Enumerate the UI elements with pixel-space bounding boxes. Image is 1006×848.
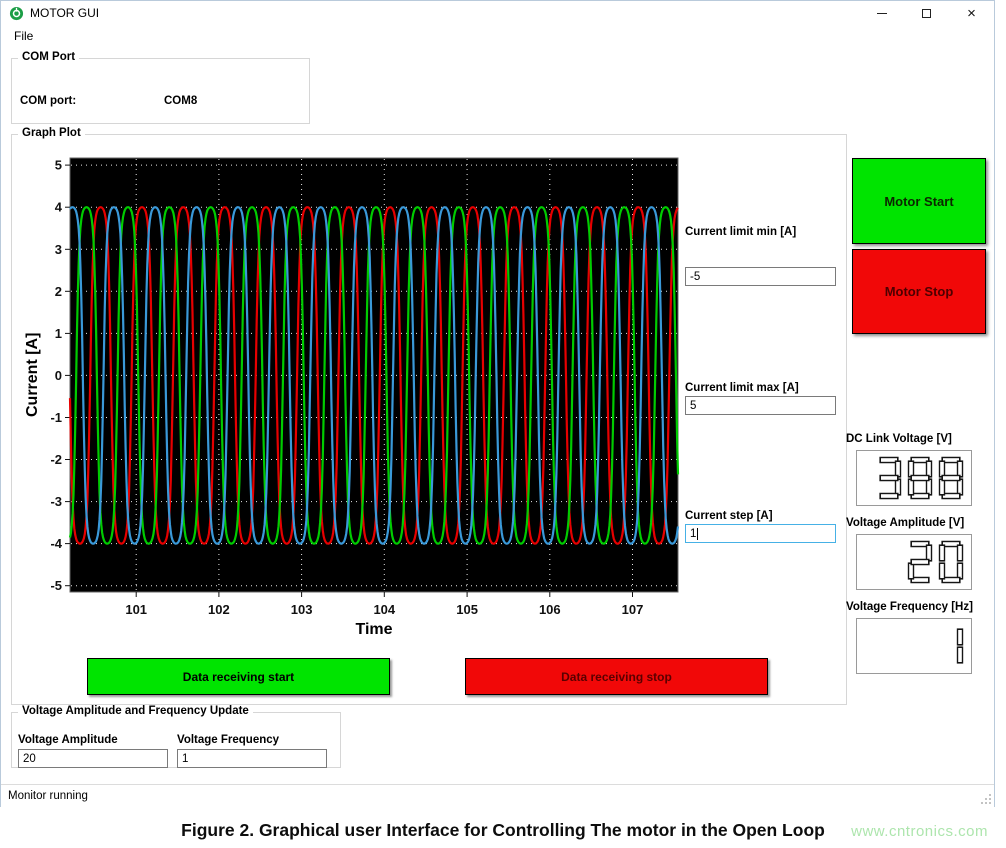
svg-text:-2: -2: [50, 452, 62, 467]
watermark: www.cntronics.com: [851, 823, 988, 840]
voltage-frequency-input[interactable]: 1: [177, 749, 327, 768]
svg-text:1: 1: [55, 326, 62, 341]
maximize-button[interactable]: [904, 1, 949, 25]
dc-link-voltage-digits: [857, 451, 971, 505]
current-limit-max-label: Current limit max [A]: [685, 382, 799, 394]
current-limit-max-input[interactable]: 5: [685, 396, 836, 415]
figure-caption-row: Figure 2. Graphical user Interface for C…: [0, 812, 1006, 848]
voltage-frequency-digits: [857, 619, 971, 673]
current-limit-max-value: 5: [690, 400, 696, 412]
com-port-group-label: COM Port: [18, 51, 79, 63]
voltage-frequency-display: [856, 618, 972, 674]
current-limit-min-label: Current limit min [A]: [685, 226, 796, 238]
data-receiving-stop-button[interactable]: Data receiving stop: [465, 658, 768, 695]
svg-text:2: 2: [55, 284, 62, 299]
current-step-label: Current step [A]: [685, 510, 773, 522]
voltage-amplitude-input[interactable]: 20: [18, 749, 168, 768]
svg-text:107: 107: [622, 602, 644, 617]
status-bar: Monitor running: [1, 784, 994, 807]
svg-text:-1: -1: [50, 410, 62, 425]
current-limit-min-value: -5: [690, 271, 700, 283]
voltage-amplitude-input-label: Voltage Amplitude: [18, 734, 118, 746]
voltage-amplitude-display: [856, 534, 972, 590]
svg-text:-5: -5: [50, 578, 62, 593]
voltage-amplitude-display-label: Voltage Amplitude [V]: [846, 517, 964, 529]
voltage-update-group: Voltage Amplitude and Frequency Update V…: [11, 712, 341, 768]
graph-plot-group: Graph Plot Current [A] 543210-1-2-3-4-51…: [11, 134, 847, 705]
dc-link-voltage-label: DC Link Voltage [V]: [846, 433, 952, 445]
svg-text:-4: -4: [50, 536, 62, 551]
svg-text:105: 105: [456, 602, 478, 617]
voltage-frequency-value: 1: [182, 753, 188, 765]
svg-text:101: 101: [125, 602, 147, 617]
voltage-frequency-display-label: Voltage Frequency [Hz]: [846, 601, 973, 613]
voltage-update-group-label: Voltage Amplitude and Frequency Update: [18, 705, 253, 717]
status-text: Monitor running: [8, 790, 88, 802]
menu-item-file[interactable]: File: [10, 27, 37, 45]
graph-plot-group-label: Graph Plot: [18, 127, 85, 139]
window-controls: ×: [859, 1, 994, 25]
svg-text:104: 104: [373, 602, 395, 617]
svg-text:5: 5: [55, 158, 62, 173]
resize-grip[interactable]: [980, 793, 992, 805]
voltage-frequency-input-label: Voltage Frequency: [177, 734, 279, 746]
svg-text:-3: -3: [50, 494, 62, 509]
svg-text:0: 0: [55, 368, 62, 383]
svg-text:102: 102: [208, 602, 230, 617]
svg-text:103: 103: [291, 602, 313, 617]
text-cursor: [697, 528, 698, 540]
svg-text:106: 106: [539, 602, 561, 617]
current-plot: 5 4 3 2 1 0 -1 -2 -3 -4 -5 101 102 103 104 105 106 107: [32, 154, 712, 628]
close-button[interactable]: ×: [949, 1, 994, 25]
menu-bar: File: [1, 25, 994, 46]
current-step-input[interactable]: 1: [685, 524, 836, 543]
com-port-value: COM8: [164, 95, 197, 107]
dc-link-voltage-display: [856, 450, 972, 506]
title-bar: MOTOR GUI ×: [1, 1, 994, 25]
svg-text:3: 3: [55, 242, 62, 257]
com-port-group: COM Port COM port: COM8: [11, 58, 310, 124]
minimize-icon: [877, 13, 887, 14]
motor-start-button[interactable]: Motor Start: [852, 158, 986, 244]
x-axis-label: Time: [70, 621, 678, 639]
window-title: MOTOR GUI: [30, 6, 99, 20]
voltage-amplitude-value: 20: [23, 753, 36, 765]
com-port-label: COM port:: [20, 95, 76, 107]
current-step-value: 1: [690, 528, 696, 540]
motor-stop-button[interactable]: Motor Stop: [852, 249, 986, 334]
app-icon: [9, 6, 24, 21]
svg-text:4: 4: [55, 200, 63, 215]
minimize-button[interactable]: [859, 1, 904, 25]
voltage-amplitude-digits: [857, 535, 971, 589]
data-receiving-start-button[interactable]: Data receiving start: [87, 658, 390, 695]
close-icon: ×: [967, 6, 976, 21]
app-window: MOTOR GUI × File COM Port COM port: COM8…: [0, 0, 995, 807]
current-limit-min-input[interactable]: -5: [685, 267, 836, 286]
maximize-icon: [922, 9, 931, 18]
